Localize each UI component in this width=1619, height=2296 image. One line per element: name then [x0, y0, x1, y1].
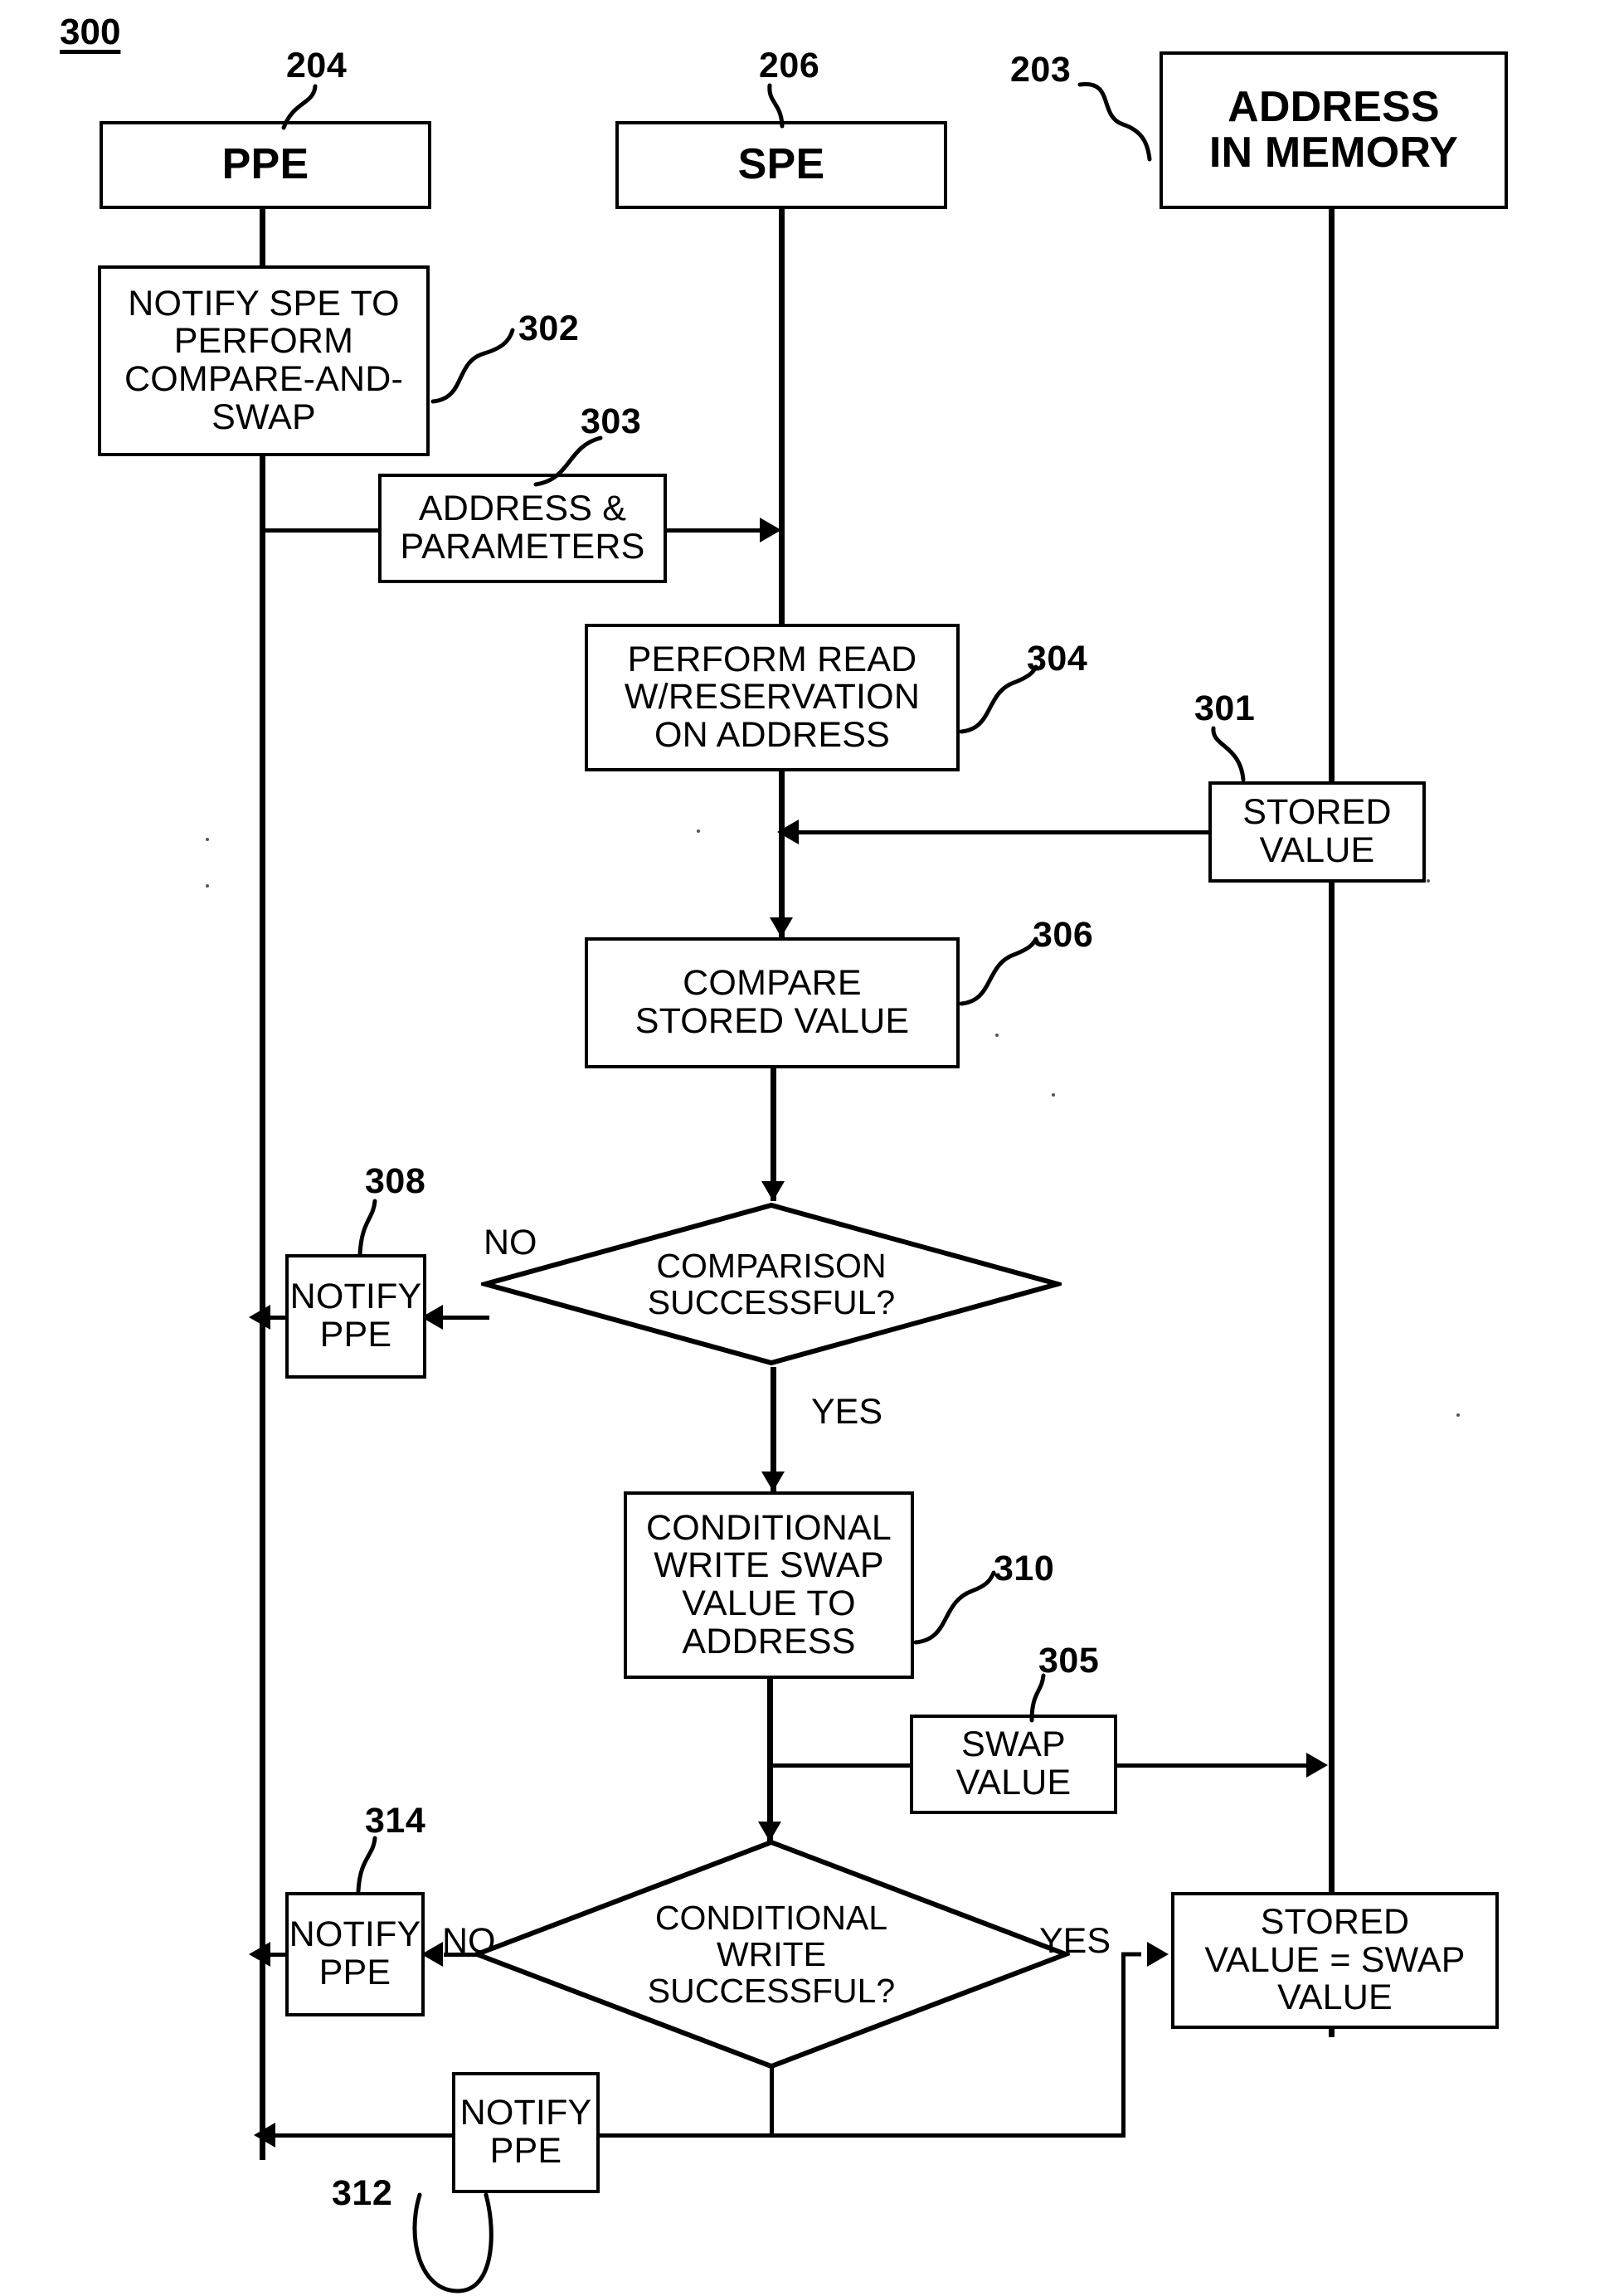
node-conditional-write-successful-label: CONDITIONAL WRITE SUCCESSFUL?: [647, 1898, 896, 2011]
node-notify-ppe-308: NOTIFY PPE: [285, 1254, 426, 1379]
node-notify-ppe-312-label: NOTIFY PPE: [459, 2093, 592, 2171]
leader-line-301: [1207, 725, 1281, 786]
lifeline-spe: [779, 209, 785, 644]
arrowhead-notify314-to-ppe: [249, 1942, 270, 1967]
leader-line-308: [357, 1199, 423, 1259]
edge-label-condwrite-yes: YES: [1039, 1921, 1111, 1961]
node-notify-ppe-308-label: NOTIFY PPE: [289, 1277, 422, 1355]
node-address-parameters-303: ADDRESS & PARAMETERS: [378, 474, 667, 583]
scan-speckle: [1456, 1413, 1460, 1417]
arrowhead-notify312-to-ppe: [254, 2123, 275, 2148]
patent-figure-300: 300 PPE 204 SPE 206 ADDRESS IN MEMORY 20…: [0, 0, 1619, 2296]
scan-speckle: [1052, 1093, 1055, 1097]
arrowhead-swapvalue-to-memory: [1306, 1753, 1328, 1778]
edge-addrparams-to-spe: [667, 528, 765, 533]
node-stored-value-301: STORED VALUE: [1208, 781, 1426, 883]
node-perform-read-304-label: PERFORM READ W/RESERVATION ON ADDRESS: [624, 639, 921, 755]
node-address-parameters-303-label: ADDRESS & PARAMETERS: [400, 489, 645, 567]
ref-203: 203: [1010, 50, 1072, 90]
leader-line-203: [1077, 73, 1169, 164]
leader-line-206: [763, 83, 805, 129]
arrowhead-compare-to-comparisonq: [761, 1181, 785, 1201]
leader-line-310: [912, 1570, 1004, 1649]
node-conditional-write-310-label: CONDITIONAL WRITE SWAP VALUE TO ADDRESS: [645, 1507, 892, 1661]
ref-306: 306: [1033, 915, 1094, 955]
edge-notify312-to-ppe: [274, 2133, 456, 2138]
node-comparison-successful-label: COMPARISON SUCCESSFUL?: [647, 1246, 896, 1321]
node-compare-306: COMPARE STORED VALUE: [585, 937, 960, 1068]
node-stored-value-equals-swap-value-label: STORED VALUE = SWAP VALUE: [1204, 1902, 1466, 2018]
lane-header-spe-label: SPE: [737, 140, 825, 189]
node-swap-value-305: SWAP VALUE: [910, 1715, 1117, 1814]
ref-312: 312: [332, 2173, 393, 2213]
arrowhead-addrparams-to-spe: [760, 518, 781, 542]
lane-header-memory-label: ADDRESS IN MEMORY: [1208, 82, 1459, 177]
arrowhead-storedvalue-to-spe: [777, 820, 799, 844]
node-stored-value-301-label: STORED VALUE: [1242, 792, 1392, 870]
arrowhead-notify308-to-ppe: [249, 1305, 270, 1330]
lane-header-ppe-label: PPE: [221, 140, 309, 189]
node-conditional-write-310: CONDITIONAL WRITE SWAP VALUE TO ADDRESS: [624, 1491, 914, 1679]
edge-condwrite-down: [767, 1679, 773, 1841]
ref-314: 314: [365, 1801, 426, 1841]
arrowhead-read-to-compare: [770, 917, 793, 937]
node-swap-value-305-label: SWAP VALUE: [955, 1724, 1072, 1802]
node-notify-ppe-312: NOTIFY PPE: [452, 2072, 600, 2193]
leader-line-302: [430, 325, 521, 408]
scan-speckle: [995, 1034, 999, 1037]
node-comparison-successful-decision: COMPARISON SUCCESSFUL?: [481, 1201, 1062, 1367]
edge-swapvalue-to-memory: [1117, 1763, 1310, 1768]
lane-header-ppe: PPE: [100, 121, 431, 209]
scan-speckle: [206, 884, 209, 888]
edge-condwriteq-yes-dash: [1120, 1939, 1169, 1969]
scan-speckle: [206, 838, 209, 841]
ref-310: 310: [994, 1549, 1055, 1588]
lifeline-memory: [1329, 209, 1335, 2037]
lifeline-ppe: [260, 209, 265, 2160]
ref-301: 301: [1194, 688, 1256, 728]
scan-speckle: [697, 829, 700, 833]
edge-label-comparison-yes: YES: [811, 1392, 883, 1432]
lane-header-memory: ADDRESS IN MEMORY: [1160, 51, 1508, 209]
node-notify-ppe-314: NOTIFY PPE: [285, 1892, 425, 2016]
edge-condwrite-to-swapvalue: [767, 1763, 913, 1768]
lane-header-spe: SPE: [615, 121, 947, 209]
leader-line-314: [355, 1836, 421, 1896]
ref-302: 302: [518, 309, 580, 348]
node-perform-read-304: PERFORM READ W/RESERVATION ON ADDRESS: [585, 624, 960, 771]
edge-storedvalue-to-spe: [796, 830, 1208, 834]
edge-label-comparison-no: NO: [484, 1223, 537, 1262]
edge-read-to-compare: [779, 771, 785, 937]
ref-308: 308: [365, 1161, 426, 1201]
edge-yes-bottom-to-notify312: [595, 2133, 1126, 2138]
ref-204: 204: [286, 46, 348, 85]
leader-line-306: [958, 936, 1041, 1010]
node-notify-spe-302-label: NOTIFY SPE TO PERFORM COMPARE-AND- SWAP: [124, 283, 404, 437]
ref-303: 303: [581, 401, 642, 441]
node-notify-spe-302: NOTIFY SPE TO PERFORM COMPARE-AND- SWAP: [98, 265, 430, 456]
arrowhead-comparisonq-to-condwrite: [761, 1471, 785, 1491]
node-stored-value-equals-swap-value: STORED VALUE = SWAP VALUE: [1171, 1892, 1499, 2029]
edge-condwriteq-yes-vertical: [1121, 1953, 1126, 2137]
node-compare-306-label: COMPARE STORED VALUE: [634, 963, 910, 1041]
edge-ppe-to-addrparams: [260, 528, 381, 533]
figure-number-label: 300: [60, 12, 121, 52]
node-notify-ppe-314-label: NOTIFY PPE: [289, 1914, 421, 1992]
leader-line-305: [1028, 1673, 1087, 1725]
scan-speckle: [1427, 879, 1430, 883]
node-conditional-write-successful-decision: CONDITIONAL WRITE SUCCESSFUL?: [473, 1838, 1070, 2070]
leader-line-312: [412, 2180, 556, 2296]
leader-line-204: [264, 83, 322, 131]
ref-305: 305: [1038, 1641, 1100, 1681]
ref-206: 206: [759, 46, 820, 85]
edge-label-condwrite-no: NO: [442, 1921, 496, 1961]
ref-304: 304: [1027, 639, 1088, 679]
